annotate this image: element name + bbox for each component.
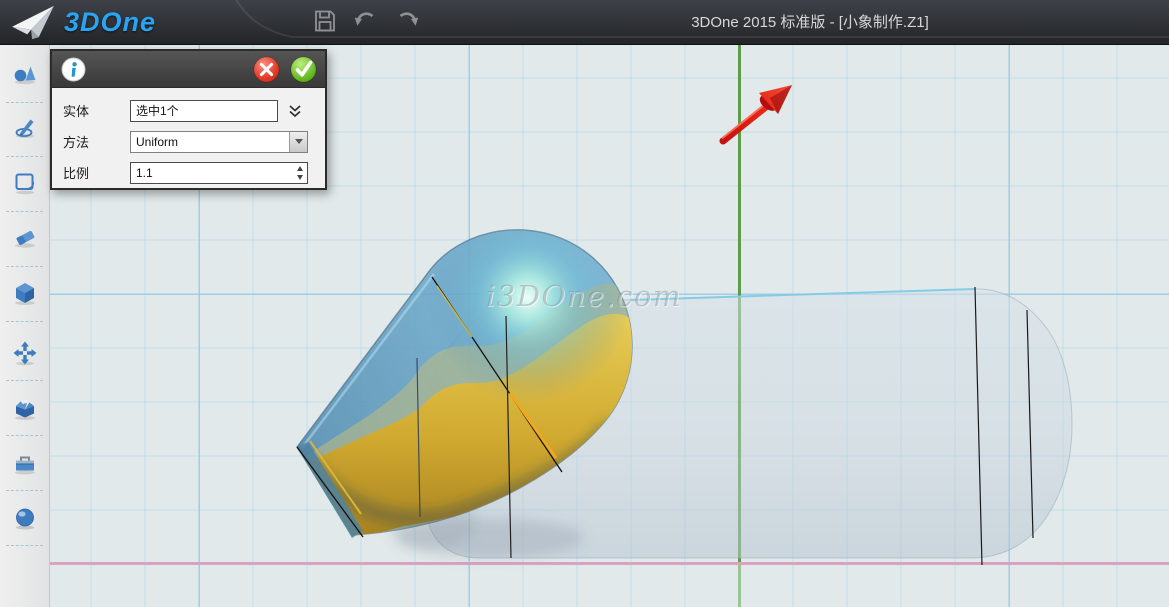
- spinner-up-icon[interactable]: [297, 166, 303, 171]
- window-title: 3DOne 2015 标准版 - [小象制作.Z1]: [660, 0, 960, 45]
- ratio-row: 比例: [52, 157, 325, 188]
- entity-row: 实体: [52, 95, 325, 126]
- sidebar-divider: [6, 490, 43, 491]
- watermark: i3DOne.com i3DOne.com: [486, 279, 683, 314]
- ratio-label: 比例: [63, 163, 130, 182]
- cancel-icon[interactable]: [253, 56, 280, 83]
- expand-chevron-icon[interactable]: [287, 103, 303, 119]
- scale-direction-arrow[interactable]: [722, 85, 792, 141]
- redo-icon[interactable]: [395, 8, 421, 34]
- paper-plane-icon: [10, 3, 56, 41]
- svg-text:i3DOne.com: i3DOne.com: [486, 279, 682, 313]
- sidebar-divider: [6, 321, 43, 322]
- move-icon[interactable]: [12, 340, 38, 366]
- toolbox-icon[interactable]: [12, 450, 38, 476]
- entity-input[interactable]: [130, 100, 278, 122]
- dropdown-arrow-icon[interactable]: [289, 132, 307, 152]
- sidebar-divider: [6, 266, 43, 267]
- primitives-icon[interactable]: [12, 60, 38, 86]
- method-dropdown[interactable]: Uniform: [130, 131, 308, 153]
- scale-dialog-body: 实体 方法 Uniform 比例: [52, 88, 325, 188]
- sketch-icon[interactable]: [12, 115, 38, 141]
- sidebar-divider: [6, 435, 43, 436]
- topbar-seam-decoration: [0, 0, 1169, 45]
- method-dropdown-value: Uniform: [131, 132, 289, 152]
- undo-icon[interactable]: [352, 8, 378, 34]
- ratio-input[interactable]: [130, 162, 308, 184]
- spinner-arrows: [297, 166, 303, 180]
- logo-text: 3DOne: [64, 7, 156, 38]
- spinner-down-icon[interactable]: [297, 175, 303, 180]
- method-row: 方法 Uniform: [52, 126, 325, 157]
- method-label: 方法: [63, 132, 130, 151]
- confirm-icon[interactable]: [290, 56, 317, 83]
- save-icon[interactable]: [312, 8, 338, 34]
- sidebar-divider: [6, 211, 43, 212]
- special-box-icon[interactable]: [12, 395, 38, 421]
- info-icon[interactable]: [61, 57, 86, 82]
- ratio-spinner: [130, 162, 308, 184]
- tool-sidebar: [0, 45, 50, 607]
- sidebar-divider: [6, 102, 43, 103]
- solid-cube-icon[interactable]: [12, 280, 38, 306]
- surface-icon[interactable]: [12, 170, 38, 196]
- render-sphere-icon[interactable]: [12, 505, 38, 531]
- eraser-icon[interactable]: [12, 224, 38, 250]
- sidebar-divider: [6, 545, 43, 546]
- title-bar: 3DOne 3DOne 2015 标准版 - [小象制作.Z1]: [0, 0, 1169, 45]
- entity-label: 实体: [63, 101, 130, 120]
- scale-dialog-header: [52, 51, 325, 88]
- sidebar-divider: [6, 380, 43, 381]
- sidebar-divider: [6, 156, 43, 157]
- scale-dialog: 实体 方法 Uniform 比例: [50, 49, 327, 190]
- app-logo: 3DOne: [10, 3, 156, 41]
